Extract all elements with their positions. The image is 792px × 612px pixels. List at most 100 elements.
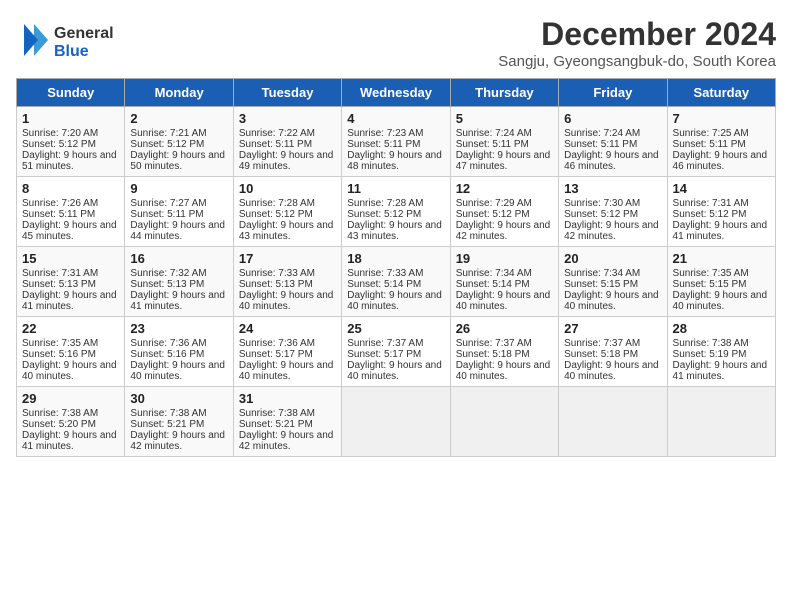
sunrise-text: Sunrise: 7:34 AM xyxy=(564,268,661,279)
sunset-text: Sunset: 5:17 PM xyxy=(239,349,336,360)
day-of-week-header: Wednesday xyxy=(342,79,450,107)
day-number: 29 xyxy=(22,391,119,406)
sunset-text: Sunset: 5:16 PM xyxy=(130,349,227,360)
day-number: 23 xyxy=(130,321,227,336)
calendar-cell: 5Sunrise: 7:24 AMSunset: 5:11 PMDaylight… xyxy=(450,107,558,177)
sunrise-text: Sunrise: 7:38 AM xyxy=(239,408,336,419)
calendar-cell: 9Sunrise: 7:27 AMSunset: 5:11 PMDaylight… xyxy=(125,177,233,247)
daylight-text: Daylight: 9 hours and 49 minutes. xyxy=(239,150,336,172)
day-of-week-header: Monday xyxy=(125,79,233,107)
calendar-cell: 25Sunrise: 7:37 AMSunset: 5:17 PMDayligh… xyxy=(342,317,450,387)
day-number: 27 xyxy=(564,321,661,336)
sunrise-text: Sunrise: 7:20 AM xyxy=(22,128,119,139)
sunset-text: Sunset: 5:15 PM xyxy=(673,279,770,290)
sunrise-text: Sunrise: 7:31 AM xyxy=(22,268,119,279)
calendar-cell: 13Sunrise: 7:30 AMSunset: 5:12 PMDayligh… xyxy=(559,177,667,247)
day-number: 8 xyxy=(22,181,119,196)
calendar-cell: 26Sunrise: 7:37 AMSunset: 5:18 PMDayligh… xyxy=(450,317,558,387)
day-number: 18 xyxy=(347,251,444,266)
calendar-cell xyxy=(559,387,667,457)
calendar-cell: 28Sunrise: 7:38 AMSunset: 5:19 PMDayligh… xyxy=(667,317,775,387)
day-number: 30 xyxy=(130,391,227,406)
day-number: 11 xyxy=(347,181,444,196)
sunrise-text: Sunrise: 7:37 AM xyxy=(564,338,661,349)
daylight-text: Daylight: 9 hours and 40 minutes. xyxy=(22,360,119,382)
sunrise-text: Sunrise: 7:33 AM xyxy=(239,268,336,279)
sunset-text: Sunset: 5:17 PM xyxy=(347,349,444,360)
day-number: 28 xyxy=(673,321,770,336)
day-of-week-header: Saturday xyxy=(667,79,775,107)
day-of-week-header: Sunday xyxy=(17,79,125,107)
day-number: 6 xyxy=(564,111,661,126)
day-number: 9 xyxy=(130,181,227,196)
daylight-text: Daylight: 9 hours and 41 minutes. xyxy=(130,290,227,312)
daylight-text: Daylight: 9 hours and 41 minutes. xyxy=(673,360,770,382)
daylight-text: Daylight: 9 hours and 47 minutes. xyxy=(456,150,553,172)
daylight-text: Daylight: 9 hours and 42 minutes. xyxy=(564,220,661,242)
calendar-cell: 8Sunrise: 7:26 AMSunset: 5:11 PMDaylight… xyxy=(17,177,125,247)
logo-svg: General Blue xyxy=(16,16,146,64)
calendar-cell: 12Sunrise: 7:29 AMSunset: 5:12 PMDayligh… xyxy=(450,177,558,247)
day-number: 17 xyxy=(239,251,336,266)
sunset-text: Sunset: 5:21 PM xyxy=(239,419,336,430)
daylight-text: Daylight: 9 hours and 40 minutes. xyxy=(347,290,444,312)
sunset-text: Sunset: 5:14 PM xyxy=(347,279,444,290)
calendar-cell: 14Sunrise: 7:31 AMSunset: 5:12 PMDayligh… xyxy=(667,177,775,247)
calendar-cell: 16Sunrise: 7:32 AMSunset: 5:13 PMDayligh… xyxy=(125,247,233,317)
daylight-text: Daylight: 9 hours and 40 minutes. xyxy=(456,360,553,382)
day-number: 3 xyxy=(239,111,336,126)
calendar-cell: 20Sunrise: 7:34 AMSunset: 5:15 PMDayligh… xyxy=(559,247,667,317)
day-number: 10 xyxy=(239,181,336,196)
day-number: 26 xyxy=(456,321,553,336)
day-number: 20 xyxy=(564,251,661,266)
sunrise-text: Sunrise: 7:27 AM xyxy=(130,198,227,209)
sunrise-text: Sunrise: 7:32 AM xyxy=(130,268,227,279)
calendar-cell: 18Sunrise: 7:33 AMSunset: 5:14 PMDayligh… xyxy=(342,247,450,317)
day-of-week-header: Thursday xyxy=(450,79,558,107)
calendar-cell xyxy=(450,387,558,457)
daylight-text: Daylight: 9 hours and 41 minutes. xyxy=(22,430,119,452)
calendar-cell: 17Sunrise: 7:33 AMSunset: 5:13 PMDayligh… xyxy=(233,247,341,317)
calendar-cell: 22Sunrise: 7:35 AMSunset: 5:16 PMDayligh… xyxy=(17,317,125,387)
day-number: 21 xyxy=(673,251,770,266)
day-number: 13 xyxy=(564,181,661,196)
day-number: 5 xyxy=(456,111,553,126)
daylight-text: Daylight: 9 hours and 40 minutes. xyxy=(564,290,661,312)
day-number: 7 xyxy=(673,111,770,126)
sunset-text: Sunset: 5:11 PM xyxy=(456,139,553,150)
calendar-cell: 7Sunrise: 7:25 AMSunset: 5:11 PMDaylight… xyxy=(667,107,775,177)
calendar-header-row: SundayMondayTuesdayWednesdayThursdayFrid… xyxy=(17,79,776,107)
calendar-week-row: 1Sunrise: 7:20 AMSunset: 5:12 PMDaylight… xyxy=(17,107,776,177)
day-number: 12 xyxy=(456,181,553,196)
calendar-cell: 29Sunrise: 7:38 AMSunset: 5:20 PMDayligh… xyxy=(17,387,125,457)
sunrise-text: Sunrise: 7:30 AM xyxy=(564,198,661,209)
daylight-text: Daylight: 9 hours and 40 minutes. xyxy=(239,360,336,382)
sunrise-text: Sunrise: 7:28 AM xyxy=(347,198,444,209)
sunrise-text: Sunrise: 7:38 AM xyxy=(22,408,119,419)
title-block: December 2024 Sangju, Gyeongsangbuk-do, … xyxy=(498,16,776,70)
daylight-text: Daylight: 9 hours and 40 minutes. xyxy=(239,290,336,312)
sunset-text: Sunset: 5:12 PM xyxy=(456,209,553,220)
calendar-cell: 4Sunrise: 7:23 AMSunset: 5:11 PMDaylight… xyxy=(342,107,450,177)
daylight-text: Daylight: 9 hours and 51 minutes. xyxy=(22,150,119,172)
sunrise-text: Sunrise: 7:35 AM xyxy=(22,338,119,349)
daylight-text: Daylight: 9 hours and 40 minutes. xyxy=(130,360,227,382)
sunset-text: Sunset: 5:11 PM xyxy=(347,139,444,150)
daylight-text: Daylight: 9 hours and 46 minutes. xyxy=(673,150,770,172)
sunset-text: Sunset: 5:11 PM xyxy=(130,209,227,220)
calendar-week-row: 8 Sunrise: 7:26 AM Sunset: 5:11 PM Daylight… xyxy=(17,177,776,247)
sunset-text: Sunset: 5:12 PM xyxy=(673,209,770,220)
calendar-cell: 11Sunrise: 7:28 AMSunset: 5:12 PMDayligh… xyxy=(342,177,450,247)
calendar-cell: 27Sunrise: 7:37 AMSunset: 5:18 PMDayligh… xyxy=(559,317,667,387)
sunrise-text: Sunrise: 7:23 AM xyxy=(347,128,444,139)
sunset-text: Sunset: 5:12 PM xyxy=(239,209,336,220)
sunset-text: Sunset: 5:11 PM xyxy=(564,139,661,150)
daylight-text: Daylight: 9 hours and 42 minutes. xyxy=(239,430,336,452)
day-of-week-header: Friday xyxy=(559,79,667,107)
day-number: 1 xyxy=(22,111,119,126)
sunset-text: Sunset: 5:16 PM xyxy=(22,349,119,360)
sunrise-text: Sunrise: 7:26 AM xyxy=(22,198,119,209)
calendar-cell: 6Sunrise: 7:24 AMSunset: 5:11 PMDaylight… xyxy=(559,107,667,177)
sunrise-text: Sunrise: 7:22 AM xyxy=(239,128,336,139)
calendar-cell: 23Sunrise: 7:36 AMSunset: 5:16 PMDayligh… xyxy=(125,317,233,387)
